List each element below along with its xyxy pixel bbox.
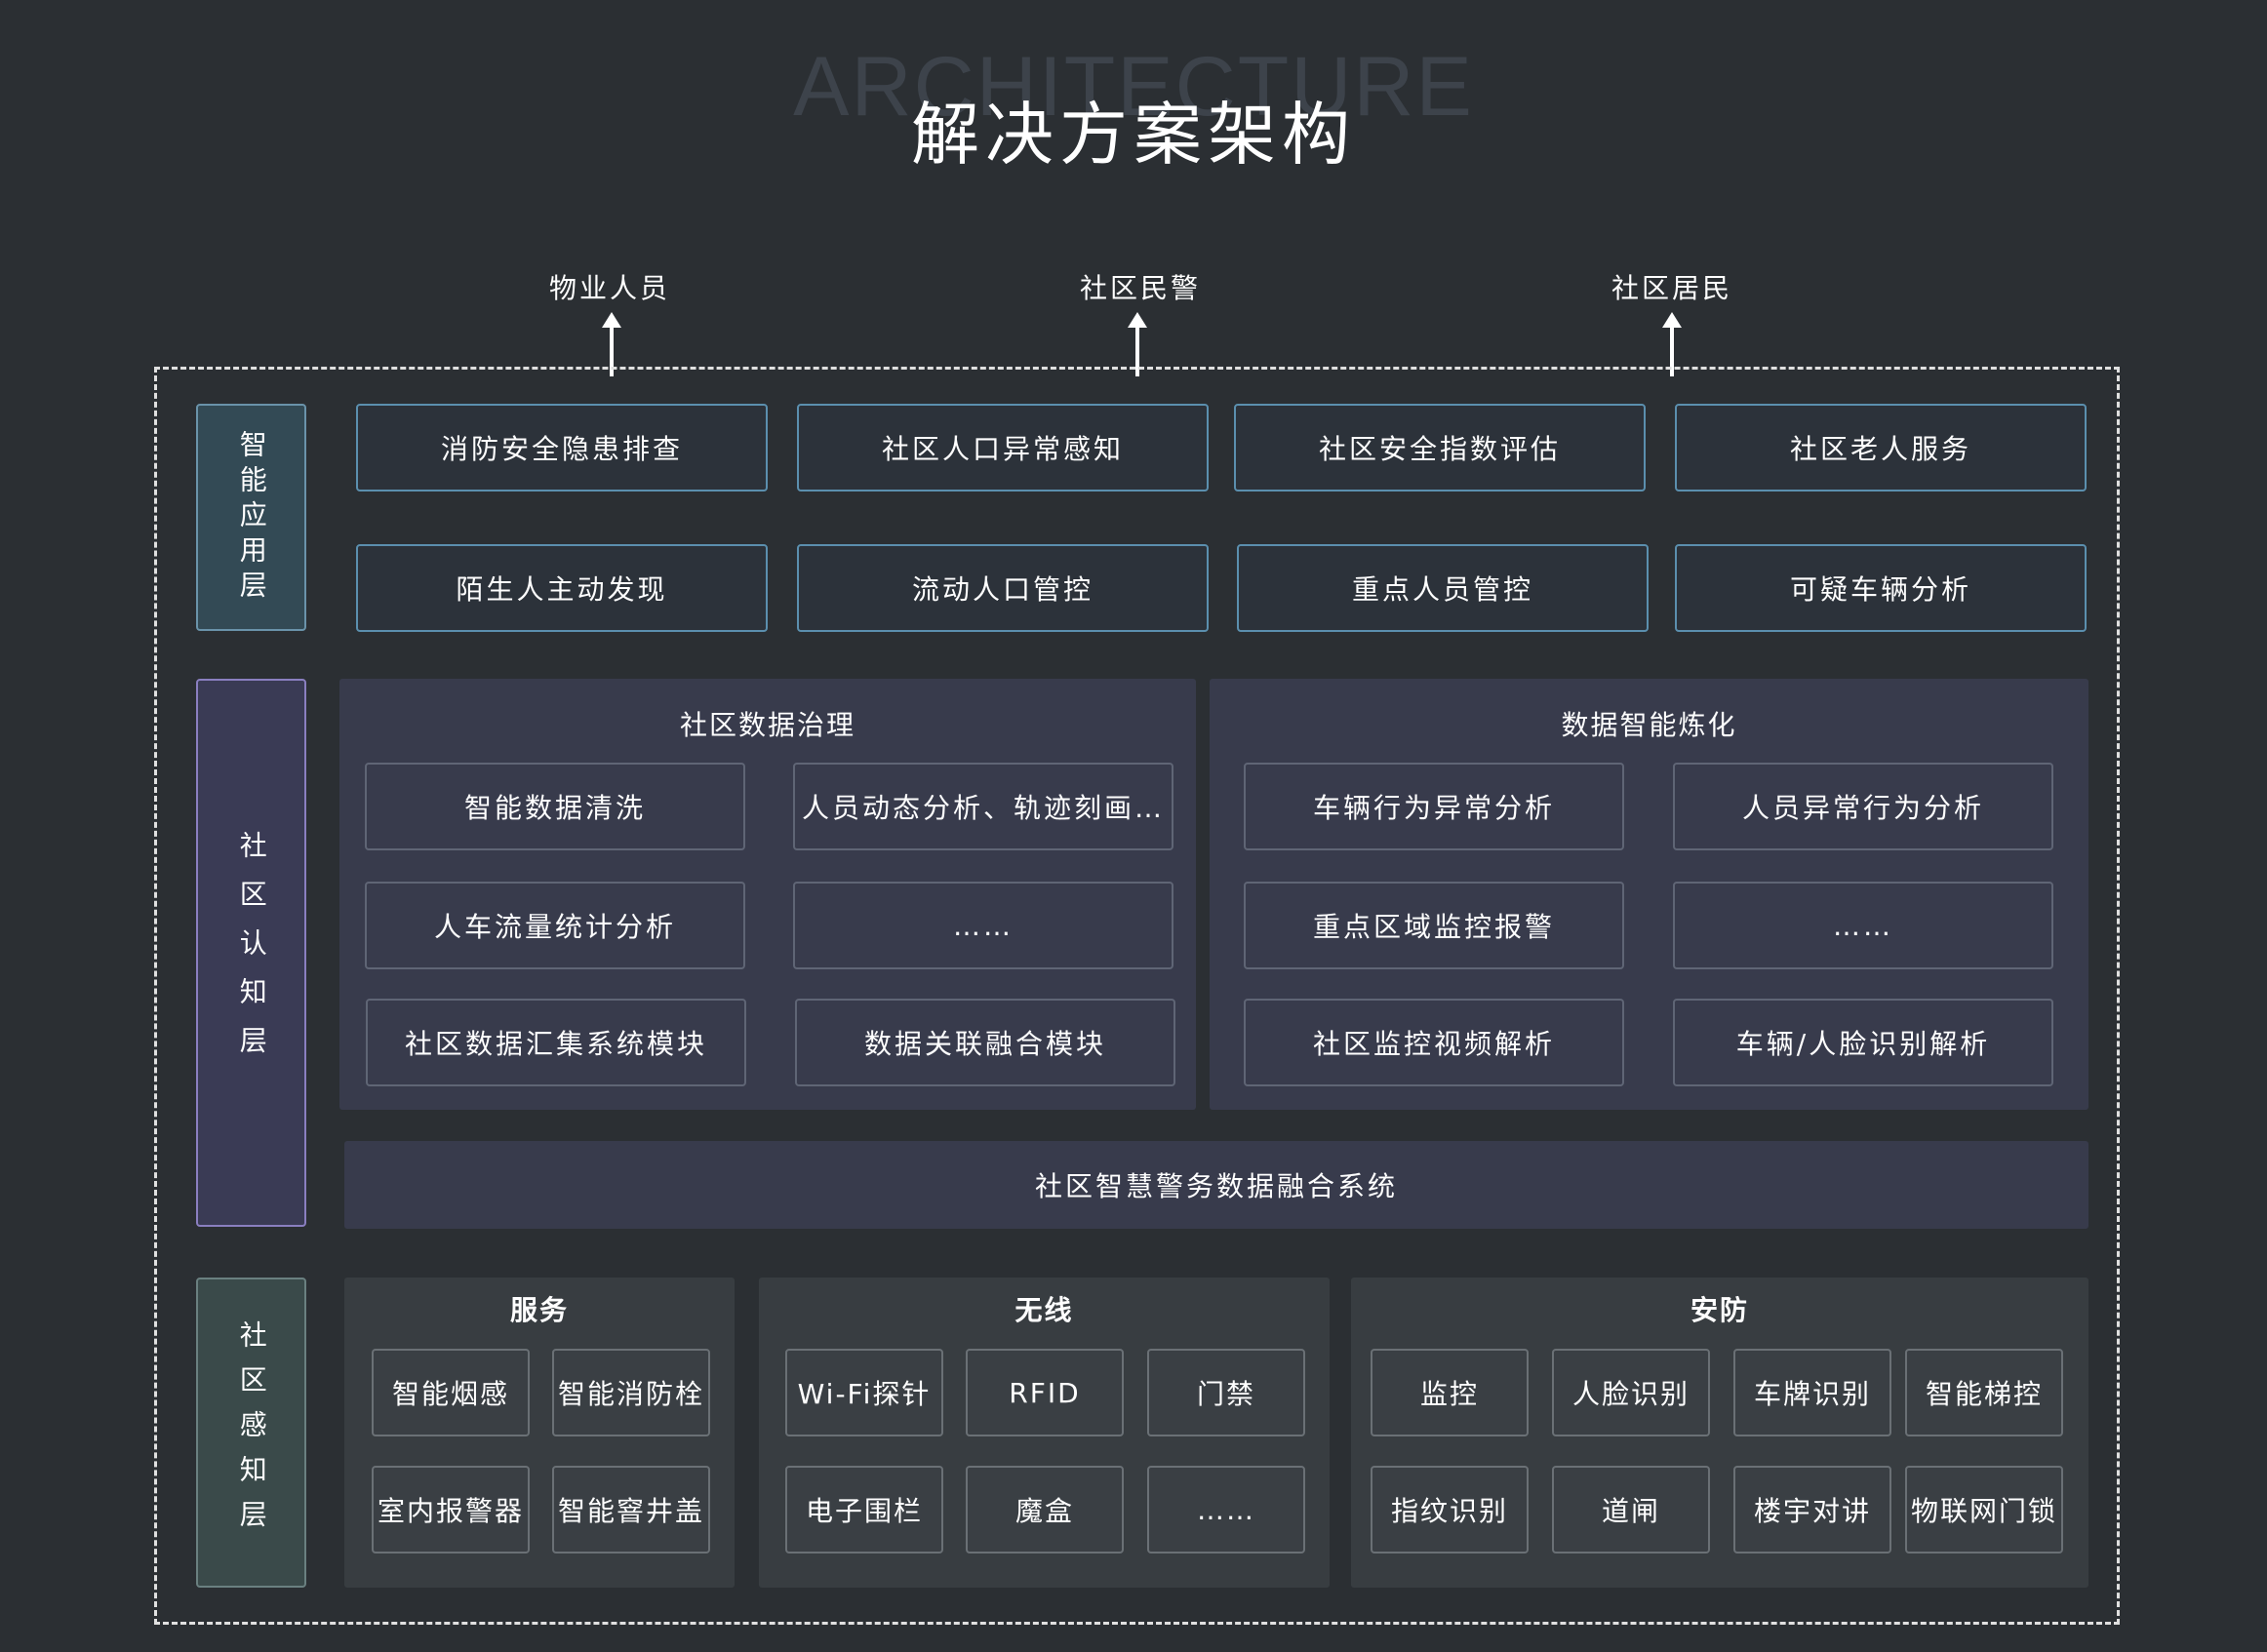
security-item: 监控 xyxy=(1371,1349,1529,1436)
panel-title: 社区数据治理 xyxy=(679,709,855,741)
panel-title: 数据智能炼化 xyxy=(1561,709,1737,741)
governance-item: 社区数据汇集系统模块 xyxy=(366,999,746,1086)
layer-label-text: 社区认知层 xyxy=(235,831,268,1075)
security-item: 楼宇对讲 xyxy=(1733,1466,1891,1554)
app-item: 消防安全隐患排查 xyxy=(356,404,768,492)
role-community-police: 社区民警 xyxy=(1079,272,1201,304)
governance-item: 人车流量统计分析 xyxy=(365,882,745,969)
app-item: 陌生人主动发现 xyxy=(356,544,768,632)
fusion-system-bar: 社区智慧警务数据融合系统 xyxy=(344,1141,2088,1229)
wireless-item: …… xyxy=(1147,1466,1305,1554)
layer-label-application: 智能应用层 xyxy=(196,404,306,631)
wireless-item: 电子围栏 xyxy=(785,1466,943,1554)
role-property-staff: 物业人员 xyxy=(548,272,670,304)
refining-item: 车辆行为异常分析 xyxy=(1244,763,1624,850)
app-item: 重点人员管控 xyxy=(1237,544,1649,632)
security-item: 物联网门锁 xyxy=(1905,1466,2063,1554)
security-item: 道闸 xyxy=(1552,1466,1710,1554)
security-item: 智能梯控 xyxy=(1905,1349,2063,1436)
layer-label-text: 智能应用层 xyxy=(235,429,268,606)
service-item: 智能消防栓 xyxy=(552,1349,710,1436)
service-item: 智能烟感 xyxy=(372,1349,530,1436)
wireless-item: 门禁 xyxy=(1147,1349,1305,1436)
layer-label-perception: 社区感知层 xyxy=(196,1278,306,1588)
layer-label-cognition: 社区认知层 xyxy=(196,679,306,1227)
service-item: 室内报警器 xyxy=(372,1466,530,1554)
security-item: 人脸识别 xyxy=(1552,1349,1710,1436)
governance-item: 人员动态分析、轨迹刻画… xyxy=(793,763,1173,850)
service-item: 智能窨井盖 xyxy=(552,1466,710,1554)
app-item: 流动人口管控 xyxy=(797,544,1209,632)
refining-item: 社区监控视频解析 xyxy=(1244,999,1624,1086)
app-item: 可疑车辆分析 xyxy=(1675,544,2087,632)
governance-item: 数据关联融合模块 xyxy=(795,999,1175,1086)
layer-label-text: 社区感知层 xyxy=(235,1320,268,1545)
wireless-item: Wi-Fi探针 xyxy=(785,1349,943,1436)
refining-item: 重点区域监控报警 xyxy=(1244,882,1624,969)
security-item: 指纹识别 xyxy=(1371,1466,1529,1554)
app-item: 社区人口异常感知 xyxy=(797,404,1209,492)
governance-item: …… xyxy=(793,882,1173,969)
refining-item: …… xyxy=(1673,882,2053,969)
page-title: 解决方案架构 xyxy=(911,95,1356,175)
governance-item: 智能数据清洗 xyxy=(365,763,745,850)
refining-item: 车辆/人脸识别解析 xyxy=(1673,999,2053,1086)
panel-title: 服务 xyxy=(509,1294,569,1326)
wireless-item: RFID xyxy=(966,1349,1124,1436)
security-item: 车牌识别 xyxy=(1733,1349,1891,1436)
app-item: 社区老人服务 xyxy=(1675,404,2087,492)
role-community-resident: 社区居民 xyxy=(1611,272,1732,304)
panel-title: 无线 xyxy=(1014,1294,1074,1326)
panel-title: 安防 xyxy=(1690,1294,1749,1326)
wireless-item: 魔盒 xyxy=(966,1466,1124,1554)
app-item: 社区安全指数评估 xyxy=(1234,404,1646,492)
refining-item: 人员异常行为分析 xyxy=(1673,763,2053,850)
